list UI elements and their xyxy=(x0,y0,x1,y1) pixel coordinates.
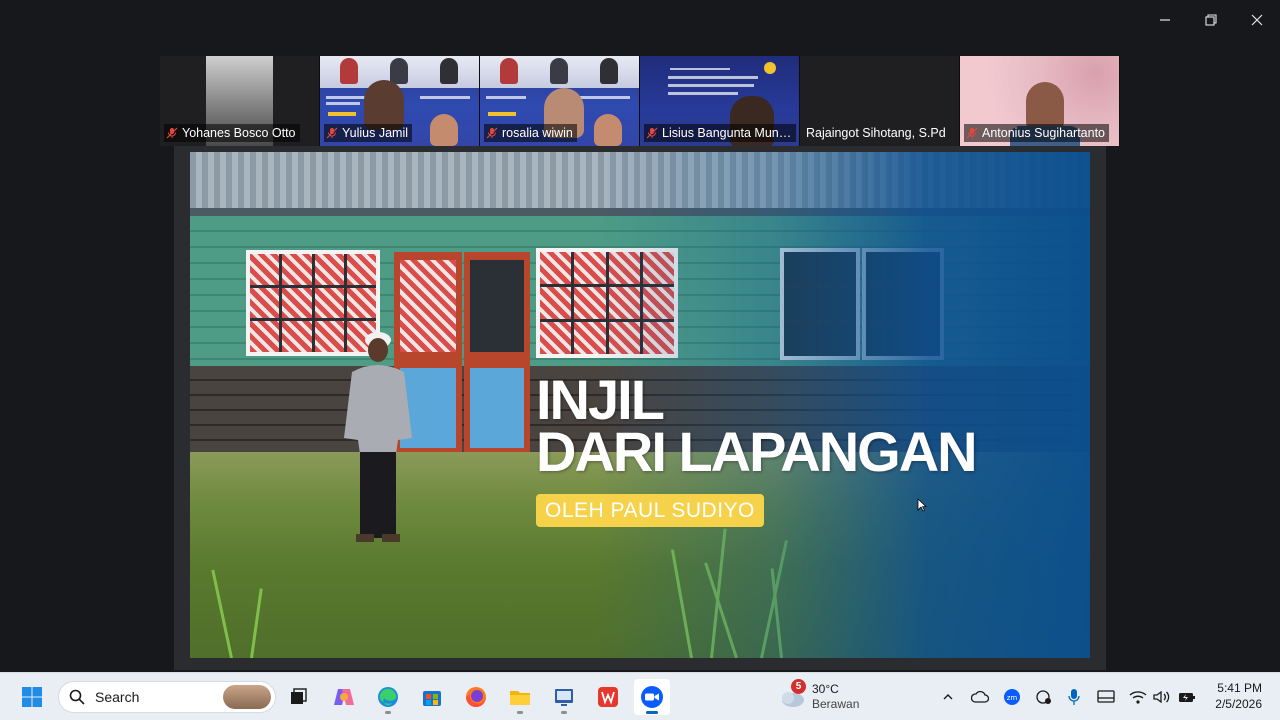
store-icon xyxy=(423,691,441,706)
window-controls xyxy=(1142,0,1280,40)
windows-taskbar: Search 5 30°C Berawan zm 5:41 PM 2/5/202… xyxy=(0,672,1280,720)
windows-logo-icon xyxy=(22,687,42,707)
taskbar-clock[interactable]: 5:41 PM 2/5/2026 xyxy=(1196,680,1276,712)
participant-name-tag: Lisius Bangunta Munt... xyxy=(644,124,796,142)
taskbar-edge[interactable] xyxy=(370,679,406,715)
mic-off-icon xyxy=(966,127,978,139)
participant-strip: Yohanes Bosco Otto Yulius Jamil rosalia … xyxy=(160,56,1120,146)
task-view-button[interactable] xyxy=(280,679,316,715)
shared-screen: INJIL DARI LAPANGAN OLEH PAUL SUDIYO xyxy=(174,146,1106,670)
taskbar-search[interactable]: Search xyxy=(58,681,276,713)
mic-off-icon xyxy=(166,127,178,139)
search-label: Search xyxy=(95,689,140,705)
taskbar-file-explorer[interactable] xyxy=(502,679,538,715)
slide-title: INJIL DARI LAPANGAN xyxy=(536,368,978,483)
zoom-icon xyxy=(641,686,663,708)
clock-date: 2/5/2026 xyxy=(1215,697,1262,711)
close-button[interactable] xyxy=(1234,0,1280,40)
zoom-tray-icon: zm xyxy=(1004,689,1020,705)
tray-onedrive[interactable] xyxy=(968,685,992,709)
weather-temp: 30°C xyxy=(812,682,839,696)
copilot-icon xyxy=(334,689,354,705)
edge-icon xyxy=(378,687,398,707)
battery-charging-icon xyxy=(1179,693,1195,702)
wifi-icon xyxy=(1129,691,1147,704)
minimize-icon xyxy=(1160,19,1170,21)
participant-tile[interactable]: Yohanes Bosco Otto xyxy=(160,56,320,146)
tray-display[interactable] xyxy=(1094,685,1118,709)
participant-tile[interactable]: Yulius Jamil xyxy=(320,56,480,146)
tray-network-settings[interactable] xyxy=(1032,685,1056,709)
microphone-icon xyxy=(1068,689,1080,705)
participant-name-tag: rosalia wiwin xyxy=(484,124,577,142)
weather-alert-badge: 5 xyxy=(791,679,806,694)
weather-condition: Berawan xyxy=(812,697,860,711)
zoom-meeting-window: Yohanes Bosco Otto Yulius Jamil rosalia … xyxy=(0,0,1280,720)
tray-wifi[interactable] xyxy=(1126,685,1150,709)
slide-subtitle: OLEH PAUL SUDIYO xyxy=(536,494,764,527)
mouse-cursor-icon xyxy=(917,498,927,512)
globe-settings-icon xyxy=(1036,690,1051,704)
presentation-slide[interactable]: INJIL DARI LAPANGAN OLEH PAUL SUDIYO xyxy=(190,152,1090,658)
control-panel-icon xyxy=(555,689,573,706)
tray-zoom[interactable]: zm xyxy=(1000,685,1024,709)
cloud-sync-icon xyxy=(971,690,989,703)
start-button[interactable] xyxy=(14,679,50,715)
slide-title-line2: DARI LAPANGAN xyxy=(536,420,978,483)
mic-off-icon xyxy=(486,127,498,139)
participant-tile[interactable]: Rajaingot Sihotang, S.Pd xyxy=(800,56,960,146)
close-icon xyxy=(1251,14,1263,26)
folder-icon xyxy=(510,691,530,705)
mic-off-icon xyxy=(646,127,658,139)
clock-time: 5:41 PM xyxy=(1217,681,1262,695)
participant-name: Lisius Bangunta Munt... xyxy=(662,126,792,140)
slide-title-line1: INJIL xyxy=(536,368,665,431)
minimize-button[interactable] xyxy=(1142,0,1188,40)
taskbar-firefox[interactable] xyxy=(458,679,494,715)
participant-name-tag: Yulius Jamil xyxy=(324,124,412,142)
participant-tile[interactable]: Lisius Bangunta Munt... xyxy=(640,56,800,146)
participant-name: Yohanes Bosco Otto xyxy=(182,126,296,140)
participant-name: rosalia wiwin xyxy=(502,126,573,140)
taskbar-zoom[interactable] xyxy=(634,679,670,715)
mic-off-icon xyxy=(326,127,338,139)
restore-icon xyxy=(1205,14,1217,26)
search-highlight-image xyxy=(223,685,271,709)
participant-name: Rajaingot Sihotang, S.Pd xyxy=(806,126,946,140)
task-view-icon xyxy=(291,688,307,704)
participant-name-tag: Yohanes Bosco Otto xyxy=(164,124,300,142)
svg-text:zm: zm xyxy=(1007,694,1018,702)
taskbar-store[interactable] xyxy=(414,679,450,715)
participant-tile[interactable]: rosalia wiwin xyxy=(480,56,640,146)
tray-volume[interactable] xyxy=(1150,685,1174,709)
restore-button[interactable] xyxy=(1188,0,1234,40)
participant-name-tag: Antonius Sugihartanto xyxy=(964,124,1110,142)
speaker-icon xyxy=(1153,690,1170,704)
show-hidden-icons-button[interactable] xyxy=(936,685,960,709)
tray-microphone[interactable] xyxy=(1062,685,1086,709)
participant-tile[interactable]: Antonius Sugihartanto xyxy=(960,56,1120,146)
taskbar-copilot[interactable] xyxy=(326,679,362,715)
chevron-up-icon xyxy=(943,694,953,700)
participant-name-tag: Rajaingot Sihotang, S.Pd xyxy=(804,124,950,142)
wps-icon xyxy=(598,687,618,707)
display-icon xyxy=(1097,690,1115,703)
taskbar-wps[interactable] xyxy=(590,679,626,715)
taskbar-control-panel[interactable] xyxy=(546,679,582,715)
taskbar-weather[interactable]: 5 30°C Berawan xyxy=(778,679,859,715)
firefox-icon xyxy=(466,687,486,707)
participant-name: Antonius Sugihartanto xyxy=(982,126,1106,140)
search-icon xyxy=(69,689,85,705)
participant-name: Yulius Jamil xyxy=(342,126,408,140)
